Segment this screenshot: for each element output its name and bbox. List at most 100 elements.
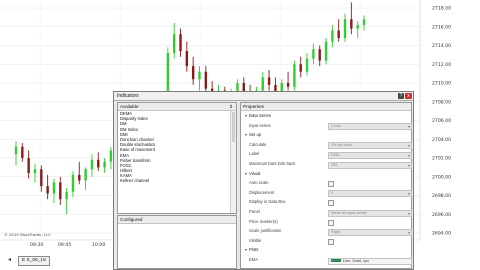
property-value: Close	[331, 124, 341, 129]
candle-body	[356, 24, 359, 29]
candle-body	[318, 49, 321, 61]
indicator-item[interactable]: Keltner channel	[119, 178, 230, 183]
candle-body	[103, 161, 106, 168]
dropdown-arrow-icon[interactable]: ▾	[408, 124, 411, 129]
candle-body	[324, 41, 328, 61]
property-label: Panel	[249, 209, 260, 214]
property-checkbox[interactable]	[328, 181, 334, 188]
candle-body	[312, 49, 315, 59]
price-tick-label: 2718.00	[432, 6, 451, 12]
candle-body	[97, 159, 100, 168]
property-value-field[interactable]: Right ▾	[328, 228, 412, 236]
dropdown-arrow-icon[interactable]: ▾	[408, 230, 411, 235]
available-scrollbar[interactable]	[230, 111, 236, 213]
candle-body	[21, 146, 24, 158]
candle-body	[286, 83, 290, 87]
dropdown-arrow-icon[interactable]: ▾	[408, 211, 411, 216]
property-value-field[interactable]: Close ▾	[328, 123, 412, 131]
property-value: Right	[331, 229, 340, 234]
property-row: Input series Close ▾	[243, 122, 412, 131]
price-tick-label: 2708.00	[432, 99, 451, 105]
property-row: Display in Data Box	[243, 198, 409, 207]
property-checkbox[interactable]	[328, 219, 334, 226]
property-label: Calculate	[249, 141, 267, 147]
property-value: Same as input series	[331, 210, 367, 215]
plot-style-field[interactable]: Line, Solid, 1px	[328, 257, 412, 265]
time-axis: 09:30 09:45 10:00	[30, 242, 105, 248]
price-tick-label: 2698.00	[432, 193, 451, 199]
property-label: Displacement	[249, 189, 275, 195]
scrollbar-thumb[interactable]	[232, 112, 235, 142]
property-value: 0	[331, 191, 334, 196]
dialog-titlebar[interactable]: Indicators ? x	[114, 92, 413, 101]
property-value-field[interactable]: On bar close ▾	[328, 142, 412, 150]
dropdown-arrow-icon[interactable]: ▾	[408, 191, 411, 196]
price-tick-label: 2712.00	[432, 62, 451, 68]
candle-body	[267, 77, 271, 85]
property-row: Label EMA ▾	[243, 150, 412, 159]
available-header: Available	[118, 103, 236, 111]
property-section[interactable]: ▾ Visual	[243, 170, 409, 178]
property-value-field[interactable]: Same as input series ▾	[328, 209, 412, 217]
candle-body	[362, 19, 366, 25]
configured-pane: Configured	[117, 215, 237, 269]
price-tick-label: 2706.00	[432, 118, 451, 124]
property-row: Scale justification Right ▾	[243, 227, 412, 236]
property-section[interactable]: ▾ Set up	[243, 131, 409, 139]
help-button[interactable]: ?	[398, 93, 404, 99]
tab-scroll-left-icon[interactable]: ◂	[8, 257, 15, 264]
property-label: Price marker(s)	[249, 218, 278, 224]
property-row: Panel Same as input series ▾	[243, 208, 412, 217]
section-title: Visual	[249, 170, 261, 176]
candle-body	[293, 64, 296, 87]
candle-body	[71, 174, 75, 192]
candle-body	[52, 182, 56, 194]
property-row: EMA Line, Solid, 1px	[243, 256, 412, 265]
property-label: Input series	[249, 122, 271, 128]
candle-body	[185, 51, 189, 67]
property-value-field[interactable]: 256 ▾	[328, 161, 412, 169]
price-axis: 2718.00 2716.00 2714.00 2712.00 2710.00 2708.…	[432, 6, 451, 237]
close-button[interactable]: x	[405, 93, 412, 99]
candle-body	[343, 19, 347, 38]
candle-body	[191, 66, 195, 80]
tab-instrument[interactable]: E S_06_18	[18, 256, 50, 266]
candle-body	[198, 71, 201, 80]
chart-copyright: © 2019 NinjaTrader, LLC	[4, 232, 51, 237]
plot-color-swatch	[331, 259, 341, 262]
candle-body	[90, 159, 94, 170]
price-tick-label: 2710.00	[432, 81, 451, 87]
property-label: Auto scale	[249, 180, 269, 186]
dropdown-arrow-icon[interactable]: ▾	[408, 143, 411, 148]
time-tick-label: 09:45	[58, 242, 71, 248]
candle-body	[27, 158, 30, 173]
candle-body	[84, 169, 87, 181]
property-row: Auto scale	[243, 179, 409, 188]
property-value: EMA	[331, 152, 340, 157]
dropdown-arrow-icon[interactable]: ▾	[408, 163, 411, 168]
candle-body	[179, 34, 182, 52]
section-label: ▾ Plots	[245, 246, 258, 254]
property-checkbox[interactable]	[328, 200, 334, 207]
candle-body	[59, 182, 62, 200]
candle-body	[204, 71, 208, 89]
dropdown-arrow-icon[interactable]: ▾	[408, 153, 411, 158]
property-row: Maximum bars look back 256 ▾	[243, 160, 412, 169]
price-tick-label: 2702.00	[432, 156, 451, 162]
candle-body	[78, 174, 81, 181]
property-section[interactable]: ▾ Plots	[243, 246, 409, 254]
candle-body	[65, 191, 68, 200]
property-value: 256	[331, 162, 338, 167]
sort-icon[interactable]: ⇕	[229, 103, 233, 110]
property-row: Visible	[243, 237, 409, 245]
property-value-field[interactable]: EMA ▾	[328, 151, 412, 159]
property-value-field[interactable]: 0 ▾	[328, 190, 412, 198]
property-row: Price marker(s)	[243, 218, 409, 226]
price-tick-label: 2694.00	[432, 231, 451, 237]
candle-body	[261, 77, 264, 91]
time-tick-label: 09:30	[30, 242, 43, 248]
configured-header: Configured	[118, 216, 236, 224]
indicator-list: DEMA Disparity Index DM DM Index DMI Donchian…	[119, 111, 230, 184]
property-checkbox[interactable]	[328, 238, 334, 245]
property-section[interactable]: ▾ Data Series	[243, 112, 409, 120]
